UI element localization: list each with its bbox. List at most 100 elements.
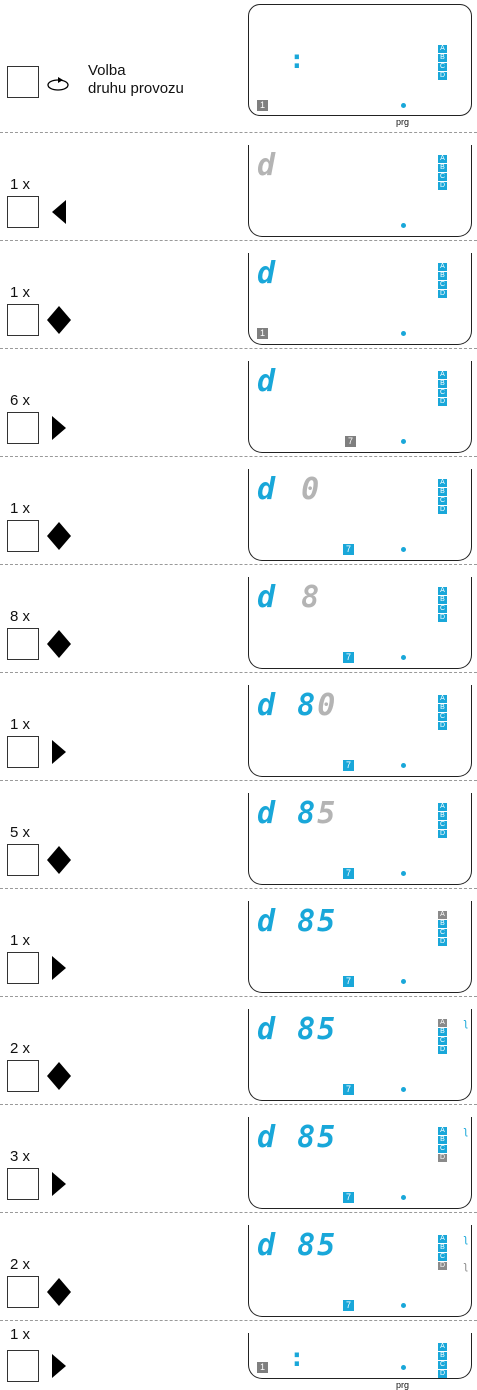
schedule-b-badge: B	[438, 488, 447, 496]
keypad-button[interactable]	[7, 844, 39, 876]
day-indicator: 7	[343, 652, 354, 663]
schedule-abcd: ABCD	[438, 45, 447, 81]
schedule-d-badge: D	[438, 1370, 447, 1378]
program-dot	[401, 1087, 406, 1092]
keypad-button[interactable]	[7, 1276, 39, 1308]
lcd-display: d0 ABCD 7	[248, 469, 472, 561]
press-count: 8 x	[10, 608, 31, 625]
schedule-abcd: ABCD	[438, 1019, 447, 1055]
segment-line: d 80	[257, 691, 337, 721]
segment-digits-lit: d 8	[257, 688, 318, 723]
lcd-display: d8 ABCD 7	[248, 577, 472, 669]
keypad-button[interactable]	[7, 1168, 39, 1200]
diamond-icon	[46, 1275, 72, 1314]
schedule-c-badge: C	[438, 605, 447, 613]
segment-line: d	[257, 151, 277, 181]
step-row: 2 xd 85 A B C Dʅ ʅ 7	[0, 1215, 477, 1321]
press-count: 6 x	[10, 392, 31, 409]
lcd-display: d ABCD 7	[248, 361, 472, 453]
step-row: 1 x d 85 A B C D 7	[0, 891, 477, 997]
keypad-button[interactable]	[7, 412, 39, 444]
schedule-c-badge: C	[438, 63, 447, 71]
keypad-button[interactable]	[7, 520, 39, 552]
keypad-button[interactable]	[7, 1350, 39, 1382]
schedule-abcd: ABCD	[438, 911, 447, 947]
schedule-d-badge: D	[438, 1046, 447, 1054]
press-count: 1 x	[10, 500, 31, 517]
program-dot	[401, 979, 406, 984]
keypad-button[interactable]	[7, 628, 39, 660]
step-row: 1 x d 80 A B C D 7	[0, 675, 477, 781]
schedule-a-badge: A	[438, 911, 447, 919]
step-row: 3 xd 85 A B C Dʅ 7	[0, 1107, 477, 1213]
press-count: 1 x	[10, 1326, 31, 1343]
program-dot	[401, 1195, 406, 1200]
step-row: 1 x d ABCD	[0, 135, 477, 241]
schedule-b-badge: B	[438, 812, 447, 820]
segment-digits-dim: d	[257, 148, 278, 183]
schedule-c-badge: C	[438, 929, 447, 937]
schedule-b-badge: B	[438, 54, 447, 62]
mode-label-line2: druhu provozu	[88, 80, 184, 97]
program-dot	[401, 547, 406, 552]
program-dot	[401, 871, 406, 876]
schedule-d-badge: D	[438, 938, 447, 946]
schedule-a-badge: A	[438, 587, 447, 595]
dashed-divider	[0, 132, 477, 133]
press-count: 5 x	[10, 824, 31, 841]
keypad-button[interactable]	[7, 736, 39, 768]
segment-digits-dim: 5	[317, 796, 338, 831]
program-dot	[401, 1303, 406, 1308]
schedule-a-badge: A	[438, 155, 447, 163]
keypad-button[interactable]	[7, 1060, 39, 1092]
schedule-a-badge: A	[438, 1343, 447, 1351]
day-indicator: 1	[257, 1362, 268, 1373]
arrow-right-icon	[46, 1167, 72, 1206]
press-count: 1 x	[10, 932, 31, 949]
schedule-mark: ʅ	[464, 1260, 467, 1272]
press-count: 1 x	[10, 284, 31, 301]
step-row: 8 x d8 ABCD 7	[0, 567, 477, 673]
arrow-right-icon	[46, 951, 72, 990]
schedule-d-badge: D	[438, 506, 447, 514]
schedule-d-badge: D	[438, 722, 447, 730]
segment-digits-dim: 8	[301, 580, 322, 615]
schedule-d-badge: D	[438, 1154, 447, 1162]
schedule-abcd: ABCD	[438, 371, 447, 407]
day-indicator: 7	[343, 1192, 354, 1203]
schedule-b-badge: B	[438, 1028, 447, 1036]
schedule-b-badge: B	[438, 272, 447, 280]
lcd-display: d 85 A B C D 7	[248, 901, 472, 993]
colon-segment: :	[289, 1343, 305, 1373]
keypad-button[interactable]	[7, 66, 39, 98]
schedule-c-badge: C	[438, 1253, 447, 1261]
keypad-button[interactable]	[7, 952, 39, 984]
schedule-abcd: ABCD	[438, 1343, 447, 1379]
day-indicator: 7	[343, 868, 354, 879]
diamond-icon	[46, 1059, 72, 1098]
schedule-b-badge: B	[438, 1352, 447, 1360]
day-indicator: 7	[343, 976, 354, 987]
day-indicator: 7	[343, 544, 354, 555]
segment-line: d 85	[257, 907, 337, 937]
diamond-icon	[46, 627, 72, 666]
lcd-display: d ABCD	[248, 145, 472, 237]
segment-line: d 85	[257, 799, 337, 829]
keypad-button[interactable]	[7, 304, 39, 336]
program-dot	[401, 655, 406, 660]
segment-digits-lit: d 85	[257, 904, 338, 939]
segment-digits-dim: 0	[317, 688, 338, 723]
schedule-b-badge: B	[438, 596, 447, 604]
prg-label: prg	[396, 1380, 410, 1390]
segment-digits-lit: d 85	[257, 1120, 338, 1155]
keypad-button[interactable]	[7, 196, 39, 228]
schedule-d-badge: D	[438, 614, 447, 622]
schedule-b-badge: B	[438, 1244, 447, 1252]
schedule-b-badge: B	[438, 164, 447, 172]
schedule-c-badge: C	[438, 1037, 447, 1045]
schedule-b-badge: B	[438, 380, 447, 388]
arrow-right-icon	[46, 411, 72, 450]
schedule-a-badge: A	[438, 479, 447, 487]
mode-label-line1: Volba	[88, 62, 126, 79]
schedule-c-badge: C	[438, 1361, 447, 1369]
